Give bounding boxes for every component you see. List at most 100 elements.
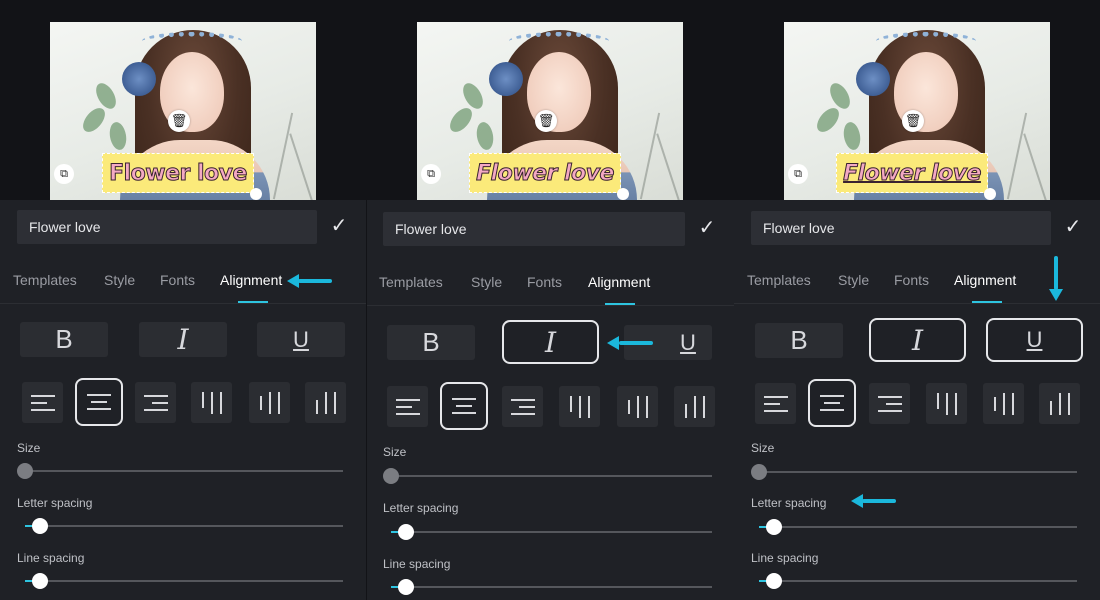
checkmark-icon[interactable]: ✓ [1062,217,1084,237]
text-input[interactable]: Flower love [751,211,1051,245]
size-slider-track[interactable] [391,475,712,477]
tab-bar: Templates Style Fonts Alignment [367,262,734,306]
bold-button[interactable]: B [755,323,843,358]
tab-fonts[interactable]: Fonts [160,272,195,288]
copy-icon[interactable]: ⧉ [421,164,441,184]
align-center-icon [452,395,476,417]
trash-icon[interactable]: 🗑 [168,110,190,132]
tab-templates[interactable]: Templates [379,274,443,290]
vertical-align-bottom-icon [314,391,338,414]
tab-fonts[interactable]: Fonts [894,272,929,288]
text-sticker-box[interactable]: Flower love [836,153,988,193]
italic-button[interactable]: I [869,318,966,362]
size-slider-track[interactable] [25,470,343,472]
align-left-icon [395,396,420,418]
checkmark-icon[interactable]: ✓ [696,218,718,238]
copy-icon[interactable]: ⧉ [54,164,74,184]
size-label: Size [383,445,407,459]
line-spacing-slider-knob[interactable] [398,579,414,595]
text-input[interactable]: Flower love [383,212,685,246]
letter-spacing-slider-track[interactable] [25,525,343,527]
copy-icon[interactable]: ⧉ [788,164,808,184]
tab-style[interactable]: Style [104,272,135,288]
tab-fonts[interactable]: Fonts [527,274,562,290]
italic-button[interactable]: I [502,320,599,364]
letter-spacing-slider-track[interactable] [391,531,712,533]
resize-handle[interactable] [250,188,262,200]
tab-alignment[interactable]: Alignment [588,274,650,290]
bold-button[interactable]: B [20,322,108,357]
arrow-icon [1054,256,1058,290]
vertical-align-center-button[interactable] [983,383,1024,424]
line-spacing-slider-track[interactable] [759,580,1077,582]
size-label: Size [17,441,41,455]
align-left-button[interactable] [22,382,63,423]
align-left-button[interactable] [387,386,428,427]
tab-style[interactable]: Style [471,274,502,290]
align-right-button[interactable] [502,386,543,427]
vertical-align-bottom-button[interactable] [674,386,715,427]
video-preview[interactable]: 🗑 ⧉ Flower love [50,22,316,200]
trash-icon[interactable]: 🗑 [902,110,924,132]
align-center-button[interactable] [808,379,856,427]
text-sticker-box[interactable]: Flower love [469,153,621,193]
letter-spacing-slider-knob[interactable] [32,518,48,534]
align-center-button[interactable] [75,378,123,426]
line-spacing-slider-track[interactable] [391,586,712,588]
align-left-button[interactable] [755,383,796,424]
size-slider-track[interactable] [759,471,1077,473]
text-input[interactable]: Flower love [17,210,317,244]
text-sticker-box[interactable]: Flower love [102,153,254,193]
underline-button[interactable]: U [257,322,345,357]
align-right-button[interactable] [869,383,910,424]
resize-handle[interactable] [984,188,996,200]
align-center-button[interactable] [440,382,488,430]
letter-spacing-slider-knob[interactable] [766,519,782,535]
line-spacing-slider-track[interactable] [25,580,343,582]
vertical-align-bottom-button[interactable] [305,382,346,423]
vertical-align-top-icon [935,392,959,415]
align-right-icon [877,393,902,415]
trash-icon[interactable]: 🗑 [535,110,557,132]
line-spacing-label: Line spacing [751,551,819,565]
vertical-align-top-icon [568,395,592,418]
letter-spacing-slider-track[interactable] [759,526,1077,528]
line-spacing-slider-knob[interactable] [32,573,48,589]
arrow-head-icon [607,336,619,350]
align-right-button[interactable] [135,382,176,423]
align-left-icon [763,393,788,415]
checkmark-icon[interactable]: ✓ [328,216,350,236]
tab-templates[interactable]: Templates [747,272,811,288]
vertical-align-bottom-button[interactable] [1039,383,1080,424]
tab-templates[interactable]: Templates [13,272,77,288]
italic-button[interactable]: I [139,322,227,357]
letter-spacing-label: Letter spacing [17,496,93,510]
arrow-head-icon [287,274,299,288]
bold-button[interactable]: B [387,325,475,360]
letter-spacing-label: Letter spacing [383,501,459,515]
vertical-align-center-button[interactable] [617,386,658,427]
letter-spacing-slider-knob[interactable] [398,524,414,540]
vertical-align-top-button[interactable] [559,386,600,427]
resize-handle[interactable] [617,188,629,200]
vertical-align-top-button[interactable] [191,382,232,423]
tab-alignment[interactable]: Alignment [954,272,1016,288]
vertical-align-top-button[interactable] [926,383,967,424]
size-slider-knob[interactable] [17,463,33,479]
video-preview[interactable]: 🗑 ⧉ Flower love [784,22,1050,200]
vertical-align-center-button[interactable] [249,382,290,423]
size-slider-knob[interactable] [751,464,767,480]
arrow-icon [298,279,332,283]
text-editor-panel: Flower love ✓ Templates Style Fonts Alig… [734,200,1100,600]
line-spacing-slider-knob[interactable] [766,573,782,589]
arrow-icon [619,341,653,345]
screen-panel-3: 🗑 ⧉ Flower love Flower love ✓ Templates … [734,0,1100,600]
align-right-icon [510,396,535,418]
tab-alignment[interactable]: Alignment [220,272,282,288]
vertical-align-bottom-icon [1048,392,1072,415]
underline-button[interactable]: U [986,318,1083,362]
line-spacing-label: Line spacing [383,557,451,571]
size-slider-knob[interactable] [383,468,399,484]
video-preview[interactable]: 🗑 ⧉ Flower love [417,22,683,200]
tab-style[interactable]: Style [838,272,869,288]
